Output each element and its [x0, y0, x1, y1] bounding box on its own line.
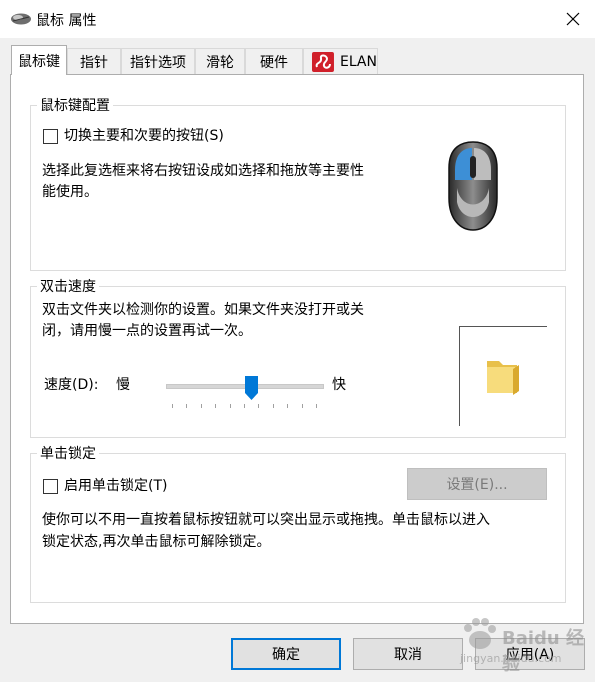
slider-tick	[215, 404, 217, 408]
fast-label: 快	[332, 377, 346, 393]
click-lock-checkbox[interactable]	[43, 479, 58, 494]
click-lock-description-line2: 锁定状态,再次单击鼠标可解除锁定。	[42, 534, 271, 550]
tab-elan[interactable]: ELAN	[303, 48, 378, 74]
button-config-title: 鼠标键配置	[37, 95, 113, 115]
slider-tick	[258, 404, 260, 408]
tab-pointers[interactable]: 指针	[67, 48, 121, 74]
elan-logo-icon	[312, 51, 334, 72]
slider-tick	[172, 404, 173, 408]
tab-pointer-options[interactable]: 指针选项	[121, 48, 195, 74]
slider-tick	[301, 404, 303, 408]
mouse-app-icon	[11, 13, 31, 25]
double-click-description-line2: 闭，请用慢一点的设置再试一次。	[42, 323, 252, 339]
slider-tick	[186, 404, 188, 408]
double-click-title: 双击速度	[37, 276, 99, 296]
tab-mouse-buttons[interactable]: 鼠标键	[11, 45, 67, 75]
slider-tick	[200, 404, 202, 408]
double-click-description-line1: 双击文件夹以检测你的设置。如果文件夹没打开或关	[42, 302, 364, 318]
click-lock-title: 单击锁定	[37, 443, 99, 463]
double-click-test-area[interactable]	[459, 326, 547, 426]
switch-buttons-checkbox[interactable]	[43, 129, 58, 144]
ok-button[interactable]: 确定	[231, 638, 341, 670]
click-lock-settings-button[interactable]: 设置(E)...	[407, 468, 547, 500]
watermark-brand: Baidu 经验	[502, 628, 585, 675]
window-title: 鼠标 属性	[36, 13, 97, 29]
tab-hardware[interactable]: 硬件	[245, 48, 303, 74]
paw-logo-icon	[464, 618, 496, 649]
button-config-description-line2: 能使用。	[42, 184, 98, 200]
close-button[interactable]	[556, 4, 590, 34]
close-icon	[566, 12, 580, 26]
click-lock-description-line1: 使你可以不用一直按着鼠标按钮就可以突出显示或拖拽。单击鼠标以进入	[42, 512, 490, 528]
speed-label: 速度(D):	[44, 377, 99, 393]
slider-tick	[229, 404, 231, 408]
title-bar: 鼠标 属性	[0, 0, 595, 38]
cancel-button[interactable]: 取消	[353, 638, 463, 670]
switch-buttons-label[interactable]: 切换主要和次要的按钮(S)	[64, 126, 224, 147]
slider-tick	[316, 404, 317, 408]
slider-tick	[287, 404, 289, 408]
speed-slider-thumb[interactable]	[244, 376, 258, 400]
baidu-watermark: Baidu 经验 jingyan.baidu.com	[460, 612, 590, 675]
slider-tick	[272, 404, 274, 408]
button-config-description-line1: 选择此复选框来将右按钮设成如选择和拖放等主要性	[42, 163, 364, 179]
watermark-url: jingyan.baidu.com	[460, 652, 562, 665]
tab-wheel[interactable]: 滑轮	[195, 48, 245, 74]
click-lock-label[interactable]: 启用单击锁定(T)	[64, 476, 167, 497]
slider-tick	[244, 404, 245, 408]
test-folder-icon[interactable]	[483, 355, 523, 397]
slow-label: 慢	[116, 377, 130, 393]
mouse-illustration-icon	[448, 141, 498, 231]
